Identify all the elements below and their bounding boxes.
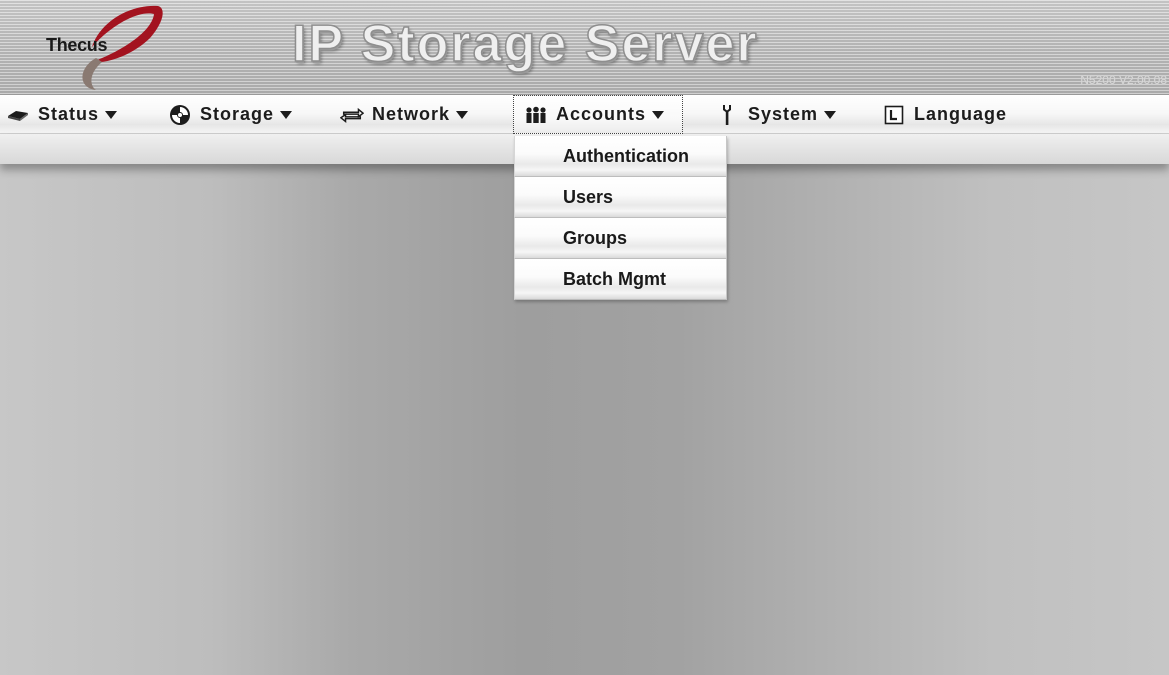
banner-title: IP Storage Server xyxy=(291,14,759,74)
header-banner: Thecus IP Storage Server N5200 V2.00.08 xyxy=(0,0,1169,94)
chevron-down-icon xyxy=(652,110,665,119)
chevron-down-icon xyxy=(280,110,293,119)
main-menubar: Status Storage Network Accounts System L… xyxy=(0,94,1169,134)
version-label: N5200 V2.00.08 xyxy=(1080,73,1167,87)
language-icon xyxy=(882,104,906,126)
dropdown-item-authentication[interactable]: Authentication xyxy=(514,136,727,177)
menu-network-label: Network xyxy=(372,104,451,124)
dropdown-item-batch-mgmt[interactable]: Batch Mgmt xyxy=(514,259,727,300)
network-arrows-icon xyxy=(340,104,364,126)
menu-status-label: Status xyxy=(38,104,100,124)
thecus-logo: Thecus xyxy=(30,2,170,92)
wrench-icon xyxy=(716,104,740,126)
chevron-down-icon xyxy=(105,110,118,119)
hdd-icon xyxy=(6,104,30,126)
chevron-down-icon xyxy=(824,110,837,119)
accounts-dropdown: Authentication Users Groups Batch Mgmt xyxy=(514,136,727,300)
logo-text: Thecus xyxy=(46,35,108,55)
menu-system-label: System xyxy=(748,104,819,124)
menu-language-label: Language xyxy=(914,104,1008,124)
dropdown-item-groups[interactable]: Groups xyxy=(514,218,727,259)
menu-network[interactable]: Network xyxy=(340,95,469,134)
menu-language[interactable]: Language xyxy=(882,95,1007,134)
dropdown-item-users[interactable]: Users xyxy=(514,177,727,218)
disc-icon xyxy=(168,104,192,126)
chevron-down-icon xyxy=(456,110,469,119)
menu-system[interactable]: System xyxy=(716,95,837,134)
menu-storage[interactable]: Storage xyxy=(168,95,293,134)
menu-status[interactable]: Status xyxy=(6,95,118,134)
menu-storage-label: Storage xyxy=(200,104,275,124)
menu-accounts-label: Accounts xyxy=(556,104,647,124)
menu-accounts[interactable]: Accounts xyxy=(513,95,684,134)
users-icon xyxy=(524,104,548,126)
